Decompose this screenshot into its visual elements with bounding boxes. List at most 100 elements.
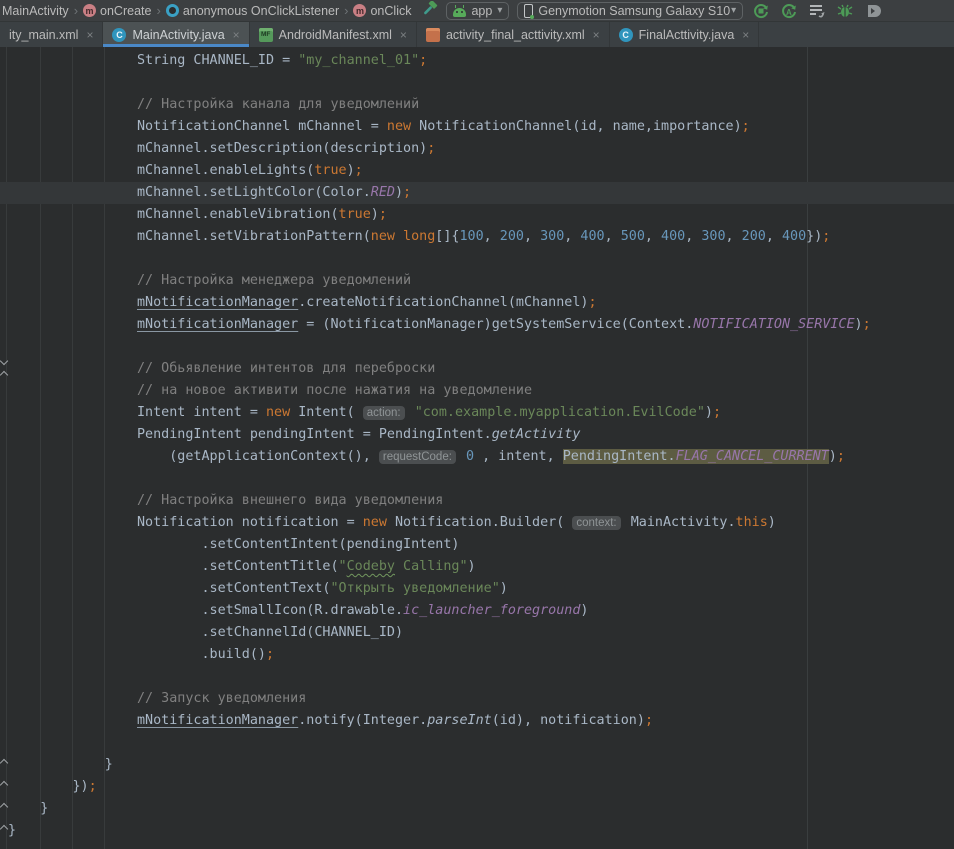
code-line[interactable]: mChannel.setDescription(description); <box>0 138 954 160</box>
code-line[interactable]: mChannel.enableLights(true); <box>0 160 954 182</box>
code-token: new <box>387 119 411 134</box>
tab-label: FinalActtivity.java <box>639 28 735 42</box>
code-token: ; <box>863 317 871 332</box>
code-token: ; <box>742 119 750 134</box>
code-token: mChannel.setLightColor(Color. <box>8 185 371 200</box>
code-line[interactable]: .setContentIntent(pendingIntent) <box>0 534 954 556</box>
breadcrumb-item-anonymous-class[interactable]: anonymous OnClickListener <box>166 4 339 18</box>
fold-marker-icon[interactable] <box>0 368 9 378</box>
code-line[interactable] <box>0 666 954 688</box>
code-line[interactable]: mChannel.enableVibration(true); <box>0 204 954 226</box>
profiler-icon[interactable] <box>809 3 825 19</box>
close-icon[interactable]: × <box>742 28 749 42</box>
code-line[interactable]: .setSmallIcon(R.drawable.ic_launcher_for… <box>0 600 954 622</box>
fold-marker-icon[interactable] <box>0 778 9 788</box>
code-token: Calling" <box>395 559 468 574</box>
breadcrumb-item-class[interactable]: MainActivity <box>2 4 69 18</box>
breadcrumb-label: MainActivity <box>2 4 69 18</box>
close-icon[interactable]: × <box>593 28 600 42</box>
code-token: PendingIntent pendingIntent = PendingInt… <box>8 427 492 442</box>
code-line[interactable]: (getApplicationContext(), requestCode: 0… <box>0 446 954 468</box>
code-token: 200 <box>742 229 766 244</box>
code-token: parseInt <box>427 713 492 728</box>
code-line[interactable] <box>0 732 954 754</box>
code-token <box>395 229 403 244</box>
tab-label: ity_main.xml <box>9 28 78 42</box>
breadcrumb-item-oncreate[interactable]: m onCreate <box>83 4 151 18</box>
code-line[interactable]: .setContentText("Открыть уведомление") <box>0 578 954 600</box>
apply-code-changes-icon[interactable]: A <box>781 3 797 19</box>
code-line[interactable]: mNotificationManager.notify(Integer.pars… <box>0 710 954 732</box>
code-token: getActivity <box>492 427 581 442</box>
breadcrumb-label: onClick <box>370 4 411 18</box>
fold-marker-icon[interactable] <box>0 357 9 367</box>
close-icon[interactable]: × <box>86 28 93 42</box>
build-hammer-icon[interactable] <box>421 1 438 21</box>
fold-marker-icon[interactable] <box>0 800 9 810</box>
code-token: true <box>339 207 371 222</box>
code-token: ; <box>645 713 653 728</box>
code-editor[interactable]: String CHANNEL_ID = "my_channel_01"; // … <box>0 47 954 849</box>
code-line[interactable]: .setContentTitle("Codeby Calling") <box>0 556 954 578</box>
code-line[interactable]: } <box>0 798 954 820</box>
code-line[interactable]: // на новое активити после нажатия на ув… <box>0 380 954 402</box>
code-token: Notification.Builder( <box>387 515 572 530</box>
fold-marker-icon[interactable] <box>0 756 9 766</box>
code-line[interactable]: Notification notification = new Notifica… <box>0 512 954 534</box>
editor-tab-bar: ity_main.xml × C MainActivity.java × MF … <box>0 22 954 47</box>
attach-debugger-icon[interactable] <box>865 3 881 19</box>
run-configuration-select[interactable]: app ▾ <box>446 2 509 20</box>
code-token: , <box>524 229 540 244</box>
code-token <box>8 713 137 728</box>
fold-marker-icon[interactable] <box>0 822 9 832</box>
tab-activity-main-xml[interactable]: ity_main.xml × <box>0 22 103 47</box>
close-icon[interactable]: × <box>400 28 407 42</box>
code-line[interactable]: mChannel.setVibrationPattern(new long[]{… <box>0 226 954 248</box>
tab-mainactivity-java[interactable]: C MainActivity.java × <box>103 22 249 47</box>
tab-label: MainActivity.java <box>132 28 224 42</box>
code-line[interactable]: mChannel.setLightColor(Color.RED); <box>0 182 954 204</box>
tab-activity-final-acttivity-xml[interactable]: activity_final_acttivity.xml × <box>417 22 610 47</box>
code-line[interactable] <box>0 336 954 358</box>
code-line[interactable]: .setChannelId(CHANNEL_ID) <box>0 622 954 644</box>
code-line[interactable]: } <box>0 754 954 776</box>
code-line[interactable]: // Настройка внешнего вида уведомления <box>0 490 954 512</box>
code-token: ; <box>403 185 411 200</box>
code-line[interactable]: // Настройка менеджера уведомлений <box>0 270 954 292</box>
code-token: ) <box>829 449 837 464</box>
code-token: // Настройка менеджера уведомлений <box>8 273 411 288</box>
code-line[interactable]: mNotificationManager.createNotificationC… <box>0 292 954 314</box>
code-line[interactable]: String CHANNEL_ID = "my_channel_01"; <box>0 50 954 72</box>
device-label: Genymotion Samsung Galaxy S10 <box>538 4 730 18</box>
code-line[interactable] <box>0 468 954 490</box>
code-line[interactable]: // Настройка канала для уведомлений <box>0 94 954 116</box>
tab-finalacttivity-java[interactable]: C FinalActtivity.java × <box>610 22 760 47</box>
code-line[interactable]: Intent intent = new Intent( action: "com… <box>0 402 954 424</box>
apply-changes-icon[interactable] <box>753 3 769 19</box>
code-line[interactable]: } <box>0 820 954 842</box>
code-token: , <box>726 229 742 244</box>
debug-icon[interactable] <box>837 3 853 19</box>
code-token: 400 <box>661 229 685 244</box>
breadcrumb: MainActivity › m onCreate › anonymous On… <box>0 3 411 18</box>
code-token <box>458 449 466 464</box>
code-token: .setContentTitle( <box>8 559 339 574</box>
code-line[interactable]: NotificationChannel mChannel = new Notif… <box>0 116 954 138</box>
breadcrumb-item-onclick[interactable]: m onClick <box>353 4 411 18</box>
code-token: " <box>339 559 347 574</box>
code-line[interactable]: .build(); <box>0 644 954 666</box>
code-token: ) <box>500 581 508 596</box>
device-select[interactable]: Genymotion Samsung Galaxy S10 ▾ <box>517 2 743 20</box>
code-line[interactable] <box>0 248 954 270</box>
code-token: , intent, <box>474 449 563 464</box>
code-line[interactable]: PendingIntent pendingIntent = PendingInt… <box>0 424 954 446</box>
tab-androidmanifest-xml[interactable]: MF AndroidManifest.xml × <box>250 22 417 47</box>
code-token: ; <box>379 207 387 222</box>
code-line[interactable]: // Обьявление интентов для переброски <box>0 358 954 380</box>
code-line[interactable]: // Запуск уведомления <box>0 688 954 710</box>
code-line[interactable]: mNotificationManager = (NotificationMana… <box>0 314 954 336</box>
close-icon[interactable]: × <box>233 28 240 42</box>
code-token: String CHANNEL_ID = <box>8 53 298 68</box>
code-line[interactable] <box>0 72 954 94</box>
code-line[interactable]: }); <box>0 776 954 798</box>
